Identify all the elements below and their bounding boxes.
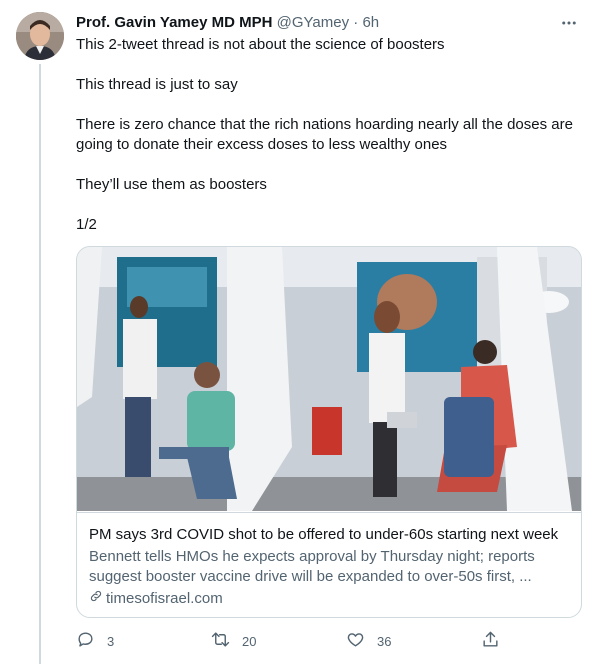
tweet-time[interactable]: 6h (362, 14, 379, 31)
link-icon (89, 589, 103, 609)
avatar[interactable] (16, 12, 64, 60)
card-body: PM says 3rd COVID shot to be offered to … (77, 512, 581, 617)
more-icon[interactable] (556, 10, 582, 36)
share-icon (481, 630, 500, 652)
author-handle[interactable]: @GYamey (277, 14, 349, 31)
tweet-paragraph: 1/2 (76, 216, 97, 233)
card-title: PM says 3rd COVID shot to be offered to … (89, 526, 559, 543)
tweet-actions: 3 20 36 (76, 630, 582, 654)
like-count: 36 (377, 633, 392, 649)
tweet-paragraph: There is zero chance that the rich natio… (76, 116, 573, 153)
tweet-header: Prof. Gavin Yamey MD MPH @GYamey · 6h (76, 13, 582, 33)
reply-count: 3 (107, 633, 115, 649)
like-icon (346, 630, 365, 652)
tweet-paragraph: This thread is just to say (76, 76, 238, 93)
retweet-button[interactable]: 20 (211, 630, 256, 652)
reply-button[interactable]: 3 (76, 630, 114, 652)
thread-line (39, 64, 41, 664)
share-button[interactable] (481, 630, 500, 652)
card-description: Bennett tells HMOs he expects approval b… (89, 548, 535, 585)
tweet-text: This 2-tweet thread is not about the sci… (76, 35, 582, 235)
like-button[interactable]: 36 (346, 630, 391, 652)
link-card[interactable]: PM says 3rd COVID shot to be offered to … (76, 246, 582, 618)
reply-icon (76, 630, 95, 652)
card-domain-text: timesofisrael.com (106, 590, 223, 607)
tweet-paragraph: They’ll use them as boosters (76, 176, 267, 193)
retweet-icon (211, 630, 230, 652)
author-name[interactable]: Prof. Gavin Yamey MD MPH (76, 14, 272, 31)
card-image[interactable] (77, 247, 581, 511)
avatar-photo (16, 12, 64, 60)
separator: · (353, 14, 359, 31)
retweet-count: 20 (242, 633, 257, 649)
card-domain: timesofisrael.com (89, 589, 569, 609)
tweet-paragraph: This 2-tweet thread is not about the sci… (76, 36, 445, 53)
